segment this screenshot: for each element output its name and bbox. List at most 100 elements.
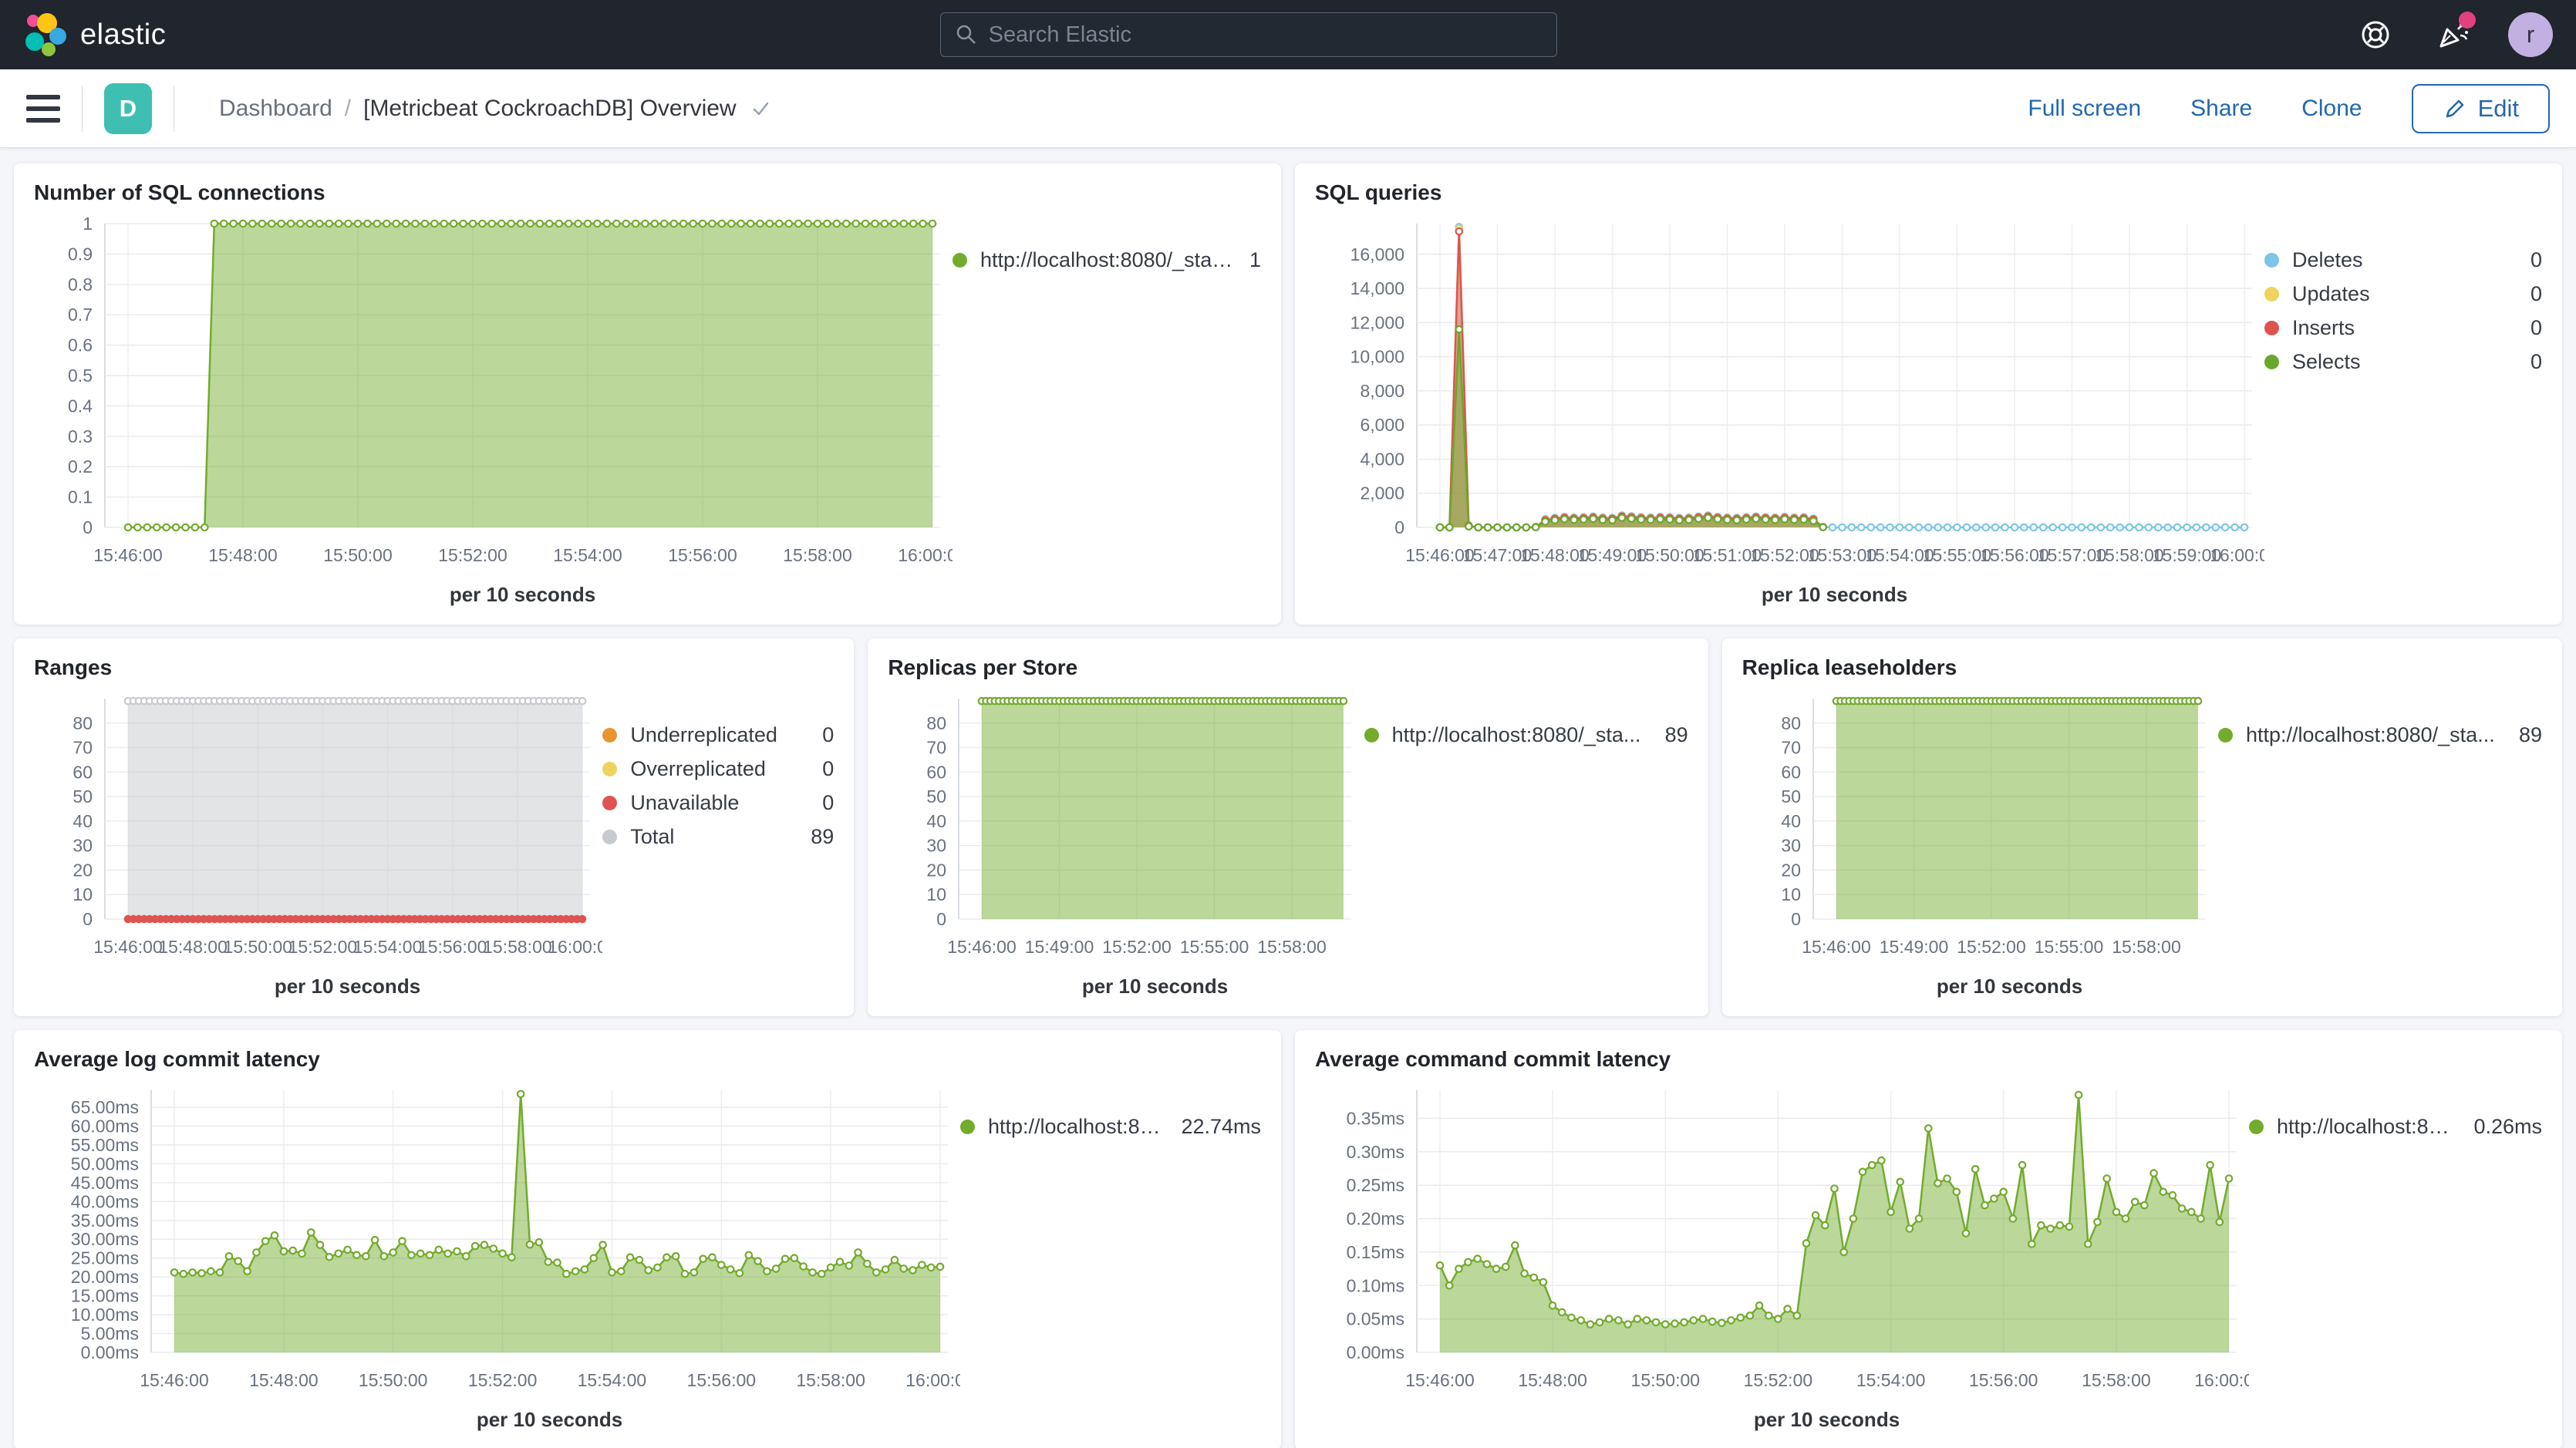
svg-text:15:58:00: 15:58:00 <box>796 1370 865 1390</box>
series-color-dot <box>960 1120 975 1134</box>
svg-text:15:58:00: 15:58:00 <box>1258 937 1327 957</box>
legend-item[interactable]: http://localhost:808...22.74ms <box>960 1115 1261 1139</box>
svg-text:15:48:00: 15:48:00 <box>208 545 278 565</box>
series-label: http://localhost:8080/_sta... <box>1392 723 1641 747</box>
legend-item[interactable]: Updates0 <box>2264 282 2542 306</box>
chart-plot-ranges[interactable]: 0102030405060708015:46:0015:48:0015:50:0… <box>34 683 602 999</box>
edit-button[interactable]: Edit <box>2412 84 2550 133</box>
chart-plot-command-commit-latency[interactable]: 0.00ms0.05ms0.10ms0.15ms0.20ms0.25ms0.30… <box>1315 1075 2249 1433</box>
svg-text:2,000: 2,000 <box>1360 483 1404 503</box>
panel-avg-command-commit-latency: Average command commit latency 0.00ms0.0… <box>1295 1030 2562 1448</box>
svg-text:50.00ms: 50.00ms <box>71 1153 139 1174</box>
series-value: 0 <box>2515 350 2542 374</box>
share-link[interactable]: Share <box>2190 96 2252 122</box>
svg-text:50: 50 <box>72 786 93 807</box>
menu-button[interactable] <box>26 95 60 123</box>
search-icon <box>955 23 978 46</box>
legend-item[interactable]: http://localhost:8080/_stat...1 <box>953 248 1261 272</box>
clone-link[interactable]: Clone <box>2301 96 2362 122</box>
chart-plot-replicas-per-store[interactable]: 0102030405060708015:46:0015:49:0015:52:0… <box>888 683 1364 999</box>
chart-plot-replica-leaseholders[interactable]: 0102030405060708015:46:0015:49:0015:52:0… <box>1742 683 2218 999</box>
svg-text:per 10 seconds: per 10 seconds <box>1754 1408 1900 1431</box>
svg-text:0.8: 0.8 <box>68 274 93 295</box>
svg-text:0.2: 0.2 <box>68 456 93 476</box>
svg-text:0.00ms: 0.00ms <box>1347 1342 1404 1362</box>
legend-item[interactable]: http://localhost:8080/_sta...89 <box>2218 723 2542 747</box>
svg-text:0.1: 0.1 <box>68 487 93 507</box>
dashboard-app-badge[interactable]: D <box>104 83 152 134</box>
panel-title[interactable]: Number of SQL connections <box>34 180 1261 205</box>
svg-text:per 10 seconds: per 10 seconds <box>450 583 595 606</box>
search-input[interactable] <box>989 22 1543 48</box>
series-label: Underreplicated <box>630 723 777 747</box>
dashboard-toolbar: D Dashboard / [Metricbeat CockroachDB] O… <box>0 69 2576 148</box>
panel-avg-log-commit-latency: Average log commit latency 0.00ms5.00ms1… <box>14 1030 1281 1448</box>
pencil-icon <box>2443 96 2467 121</box>
chart-legend: Deletes0 Updates0 Inserts0 Selects 0 <box>2264 248 2542 608</box>
svg-text:0.9: 0.9 <box>68 244 93 264</box>
legend-item[interactable]: Total89 <box>602 825 834 849</box>
svg-text:per 10 seconds: per 10 seconds <box>477 1408 622 1431</box>
svg-text:15:46:00: 15:46:00 <box>140 1370 209 1390</box>
svg-text:15:50:00: 15:50:00 <box>224 937 293 957</box>
svg-text:15:52:00: 15:52:00 <box>438 545 507 565</box>
svg-text:per 10 seconds: per 10 seconds <box>1762 583 1907 606</box>
news-button[interactable] <box>2431 13 2474 56</box>
chart-plot-sql-queries[interactable]: 02,0004,0006,0008,00010,00012,00014,0001… <box>1315 208 2264 608</box>
svg-text:15:58:00: 15:58:00 <box>2112 937 2181 957</box>
svg-text:45.00ms: 45.00ms <box>71 1173 139 1193</box>
panel-ranges: Ranges 0102030405060708015:46:0015:48:00… <box>14 638 854 1016</box>
svg-text:25.00ms: 25.00ms <box>71 1248 139 1268</box>
svg-text:15:54:00: 15:54:00 <box>578 1370 647 1390</box>
svg-text:16:00:00: 16:00:00 <box>898 545 953 565</box>
breadcrumb-dashboard-link[interactable]: Dashboard <box>219 96 332 122</box>
legend-item[interactable]: Selects 0 <box>2264 350 2542 374</box>
svg-text:40: 40 <box>1781 811 1801 831</box>
svg-text:16:00:00: 16:00:00 <box>2210 545 2264 565</box>
panel-title[interactable]: Replicas per Store <box>888 655 1688 680</box>
divider <box>82 86 83 132</box>
legend-item[interactable]: Unavailable0 <box>602 791 834 815</box>
legend-item[interactable]: Underreplicated0 <box>602 723 834 747</box>
legend-item[interactable]: http://localhost:8080/_sta...89 <box>1364 723 1688 747</box>
svg-text:0.15ms: 0.15ms <box>1347 1242 1404 1262</box>
svg-text:15:48:00: 15:48:00 <box>1518 1370 1587 1390</box>
svg-text:35.00ms: 35.00ms <box>71 1211 139 1231</box>
legend-item[interactable]: Inserts0 <box>2264 316 2542 340</box>
svg-text:15:46:00: 15:46:00 <box>1802 937 1871 957</box>
panel-title[interactable]: Average command commit latency <box>1315 1047 2542 1072</box>
svg-text:30.00ms: 30.00ms <box>71 1229 139 1249</box>
series-value: 0 <box>2515 316 2542 340</box>
svg-text:15:49:00: 15:49:00 <box>1879 937 1948 957</box>
page-title[interactable]: [Metricbeat CockroachDB] Overview <box>363 96 772 122</box>
chart-plot-sql-connections[interactable]: 00.10.20.30.40.50.60.70.80.9115:46:0015:… <box>34 208 953 608</box>
full-screen-link[interactable]: Full screen <box>2028 96 2141 122</box>
series-color-dot <box>602 796 617 810</box>
panel-title[interactable]: Average log commit latency <box>34 1047 1261 1072</box>
series-value: 0 <box>807 791 834 815</box>
dashboard-grid: Number of SQL connections 00.10.20.30.40… <box>0 148 2576 1448</box>
svg-text:per 10 seconds: per 10 seconds <box>1082 975 1228 998</box>
series-label: Selects <box>2292 350 2361 374</box>
legend-item[interactable]: Deletes0 <box>2264 248 2542 272</box>
svg-text:4,000: 4,000 <box>1360 450 1404 470</box>
svg-text:15:58:00: 15:58:00 <box>783 545 852 565</box>
legend-item[interactable]: Overreplicated0 <box>602 757 834 781</box>
panel-title[interactable]: Replica leaseholders <box>1742 655 2542 680</box>
svg-text:65.00ms: 65.00ms <box>71 1097 139 1117</box>
chart-plot-log-commit-latency[interactable]: 0.00ms5.00ms10.00ms15.00ms20.00ms25.00ms… <box>34 1075 960 1433</box>
svg-text:20: 20 <box>927 860 947 880</box>
series-color-dot <box>2264 355 2279 369</box>
svg-text:20.00ms: 20.00ms <box>71 1267 139 1287</box>
panel-title[interactable]: Ranges <box>34 655 834 680</box>
svg-text:15:56:00: 15:56:00 <box>668 545 737 565</box>
user-avatar[interactable]: r <box>2508 12 2553 57</box>
svg-text:per 10 seconds: per 10 seconds <box>275 975 420 998</box>
elastic-logo[interactable]: elastic <box>23 12 166 57</box>
panel-replicas-per-store: Replicas per Store 0102030405060708015:4… <box>868 638 1708 1016</box>
legend-item[interactable]: http://localhost:8080...0.26ms <box>2249 1115 2542 1139</box>
panel-title[interactable]: SQL queries <box>1315 180 2542 205</box>
svg-text:55.00ms: 55.00ms <box>71 1135 139 1155</box>
series-color-dot <box>2264 287 2279 301</box>
help-button[interactable] <box>2354 13 2397 56</box>
